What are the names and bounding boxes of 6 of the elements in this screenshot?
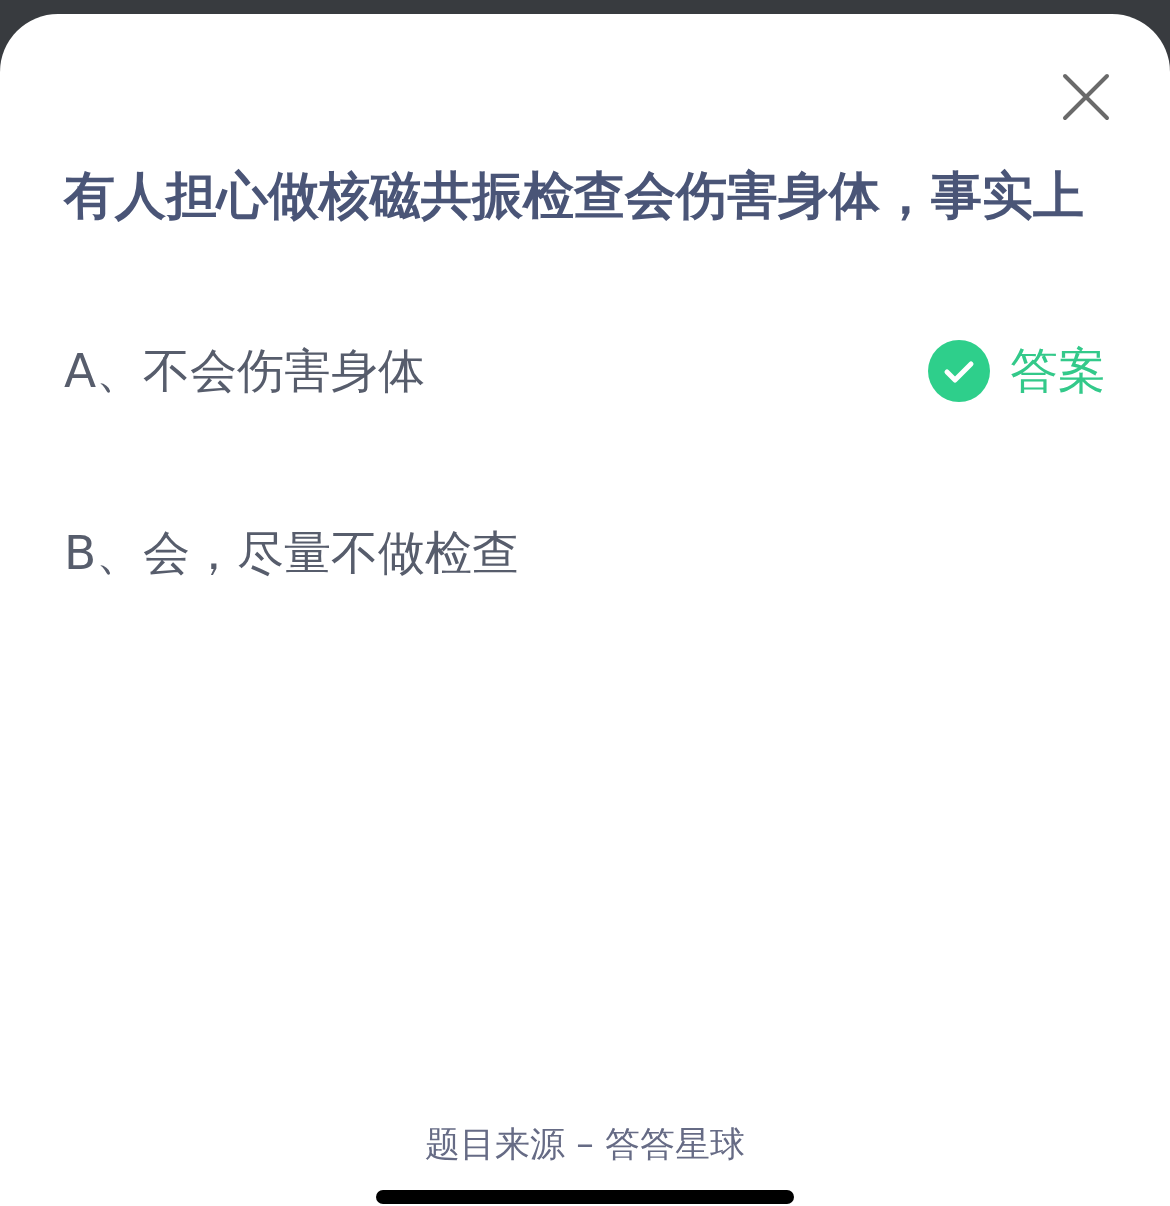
source-caption: 题目来源 – 答答星球 [425,1123,745,1166]
close-icon[interactable] [1062,73,1110,121]
question-text: 有人担心做核磁共振检查会伤害身体，事实上 [64,165,1085,227]
answer-label: 答案 [1010,341,1106,400]
option-text[interactable]: A、不会伤害身体 [64,339,426,403]
option-text[interactable]: B、会，尽量不做检查 [64,521,520,585]
